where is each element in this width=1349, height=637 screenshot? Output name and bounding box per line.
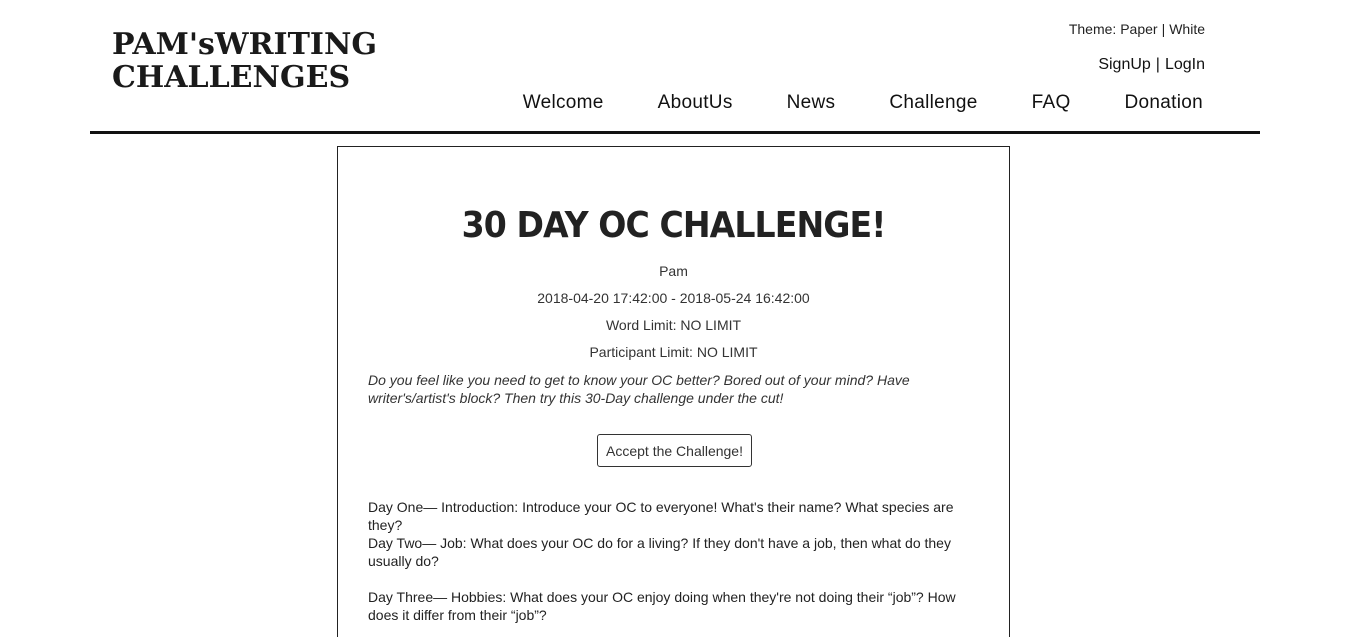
participant-limit: Participant Limit: NO LIMIT xyxy=(589,344,758,360)
challenge-title: 30 DAY OC CHALLENGE! xyxy=(461,205,887,246)
nav-faq[interactable]: FAQ xyxy=(1032,92,1071,114)
day-prompt: Day Three— Hobbies: What does your OC en… xyxy=(368,589,956,623)
theme-label: Theme: xyxy=(1068,21,1117,37)
day-prompt: Day One— Introduction: Introduce your OC… xyxy=(368,499,954,533)
challenge-card: 30 DAY OC CHALLENGE! Pam 2018-04-20 17:4… xyxy=(337,146,1010,637)
nav-challenge[interactable]: Challenge xyxy=(889,92,977,114)
theme-switcher: Theme: Paper | White xyxy=(1069,21,1205,37)
auth-separator: | xyxy=(1155,56,1160,73)
nav-news[interactable]: News xyxy=(787,92,836,114)
header-divider xyxy=(90,131,1260,134)
challenge-dates: 2018-04-20 17:42:00 - 2018-05-24 16:42:0… xyxy=(537,290,810,306)
signup-link[interactable]: SignUp xyxy=(1098,56,1150,73)
main-nav: Welcome AboutUs News Challenge FAQ Donat… xyxy=(523,92,1203,114)
nav-welcome[interactable]: Welcome xyxy=(523,92,604,114)
challenge-intro: Do you feel like you need to get to know… xyxy=(368,372,910,406)
theme-separator: | xyxy=(1161,21,1166,37)
site-logo[interactable]: PAM'sWRITING CHALLENGES xyxy=(112,27,377,95)
nav-donation[interactable]: Donation xyxy=(1125,92,1203,114)
page: PAM'sWRITING CHALLENGES Theme: Paper | Whi… xyxy=(0,0,1349,637)
word-limit: Word Limit: NO LIMIT xyxy=(605,317,742,333)
auth-links: SignUp | LogIn xyxy=(1098,56,1205,74)
challenge-author: Pam xyxy=(659,263,688,279)
logo-line-1: PAM'sWRITING xyxy=(112,27,377,62)
theme-option-white[interactable]: White xyxy=(1169,21,1205,37)
logo-line-2: CHALLENGES xyxy=(112,60,351,95)
day-prompt: Day Two— Job: What does your OC do for a… xyxy=(368,535,951,569)
accept-challenge-button[interactable]: Accept the Challenge! xyxy=(597,434,752,467)
theme-option-paper[interactable]: Paper xyxy=(1120,21,1157,37)
nav-aboutus[interactable]: AboutUs xyxy=(658,92,733,114)
login-link[interactable]: LogIn xyxy=(1165,56,1205,73)
